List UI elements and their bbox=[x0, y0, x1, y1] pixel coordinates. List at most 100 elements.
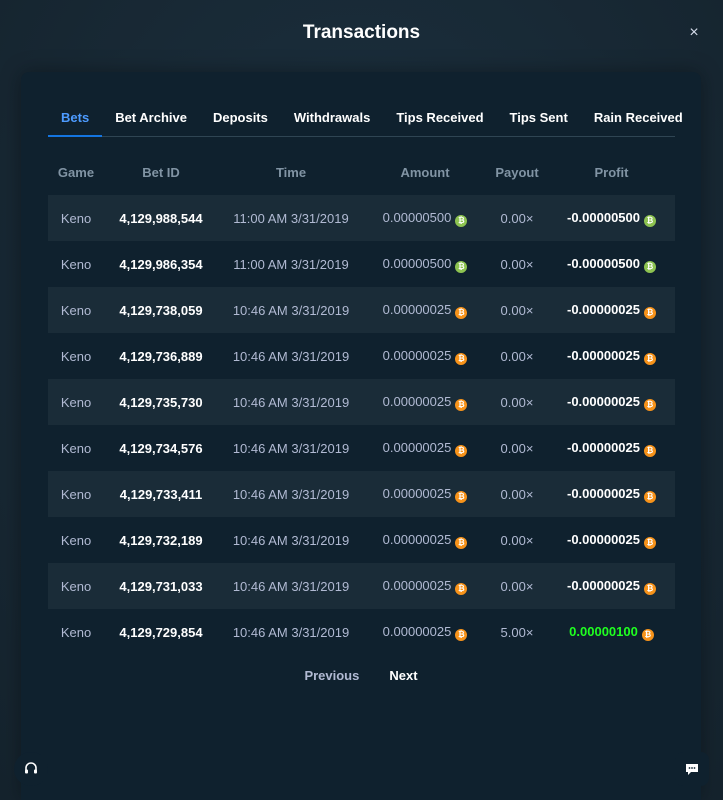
bitcoin-icon: ₿ bbox=[644, 490, 656, 503]
amount-cell: 0.00000025 ₿ bbox=[364, 333, 486, 379]
bitcoin-icon: ₿ bbox=[644, 582, 656, 595]
support-button[interactable] bbox=[14, 752, 48, 786]
game-cell: Keno bbox=[48, 287, 104, 333]
time-cell: 10:46 AM 3/31/2019 bbox=[218, 517, 364, 563]
payout-cell: 5.00× bbox=[486, 609, 548, 655]
profit-value: -0.00000500 bbox=[566, 209, 640, 225]
bitcoin-cash-icon: ₿ bbox=[455, 260, 468, 273]
column-header-payout: Payout bbox=[495, 164, 539, 180]
amount-value: 0.00000500 bbox=[382, 255, 452, 271]
amount-cell: 0.00000500 ₿ bbox=[364, 241, 486, 287]
profit-cell: -0.00000500 ₿ bbox=[548, 241, 675, 287]
bitcoin-icon: ₿ bbox=[455, 444, 468, 457]
tab-rain-received[interactable]: Rain Received bbox=[581, 104, 696, 137]
time-cell: 10:46 AM 3/31/2019 bbox=[218, 471, 364, 517]
table-row[interactable]: Keno 4,129,738,059 10:46 AM 3/31/2019 0.000… bbox=[48, 287, 675, 333]
amount-cell: 0.00000025 ₿ bbox=[364, 609, 486, 655]
game-cell: Keno bbox=[48, 609, 104, 655]
amount-value: 0.00000025 bbox=[382, 623, 452, 639]
amount-cell: 0.00000025 ₿ bbox=[364, 379, 486, 425]
amount-cell: 0.00000025 ₿ bbox=[364, 517, 486, 563]
profit-value: -0.00000500 bbox=[566, 255, 640, 271]
chat-button[interactable] bbox=[675, 752, 709, 786]
amount-cell: 0.00000025 ₿ bbox=[364, 425, 486, 471]
profit-value: -0.00000025 bbox=[566, 393, 640, 409]
bet-id-link[interactable]: 4,129,729,854 bbox=[104, 609, 218, 655]
close-icon[interactable]: × bbox=[685, 24, 703, 42]
bitcoin-icon: ₿ bbox=[455, 352, 468, 365]
game-cell: Keno bbox=[48, 517, 104, 563]
table-row[interactable]: Keno 4,129,733,411 10:46 AM 3/31/2019 0.000… bbox=[48, 471, 675, 517]
bet-id-link[interactable]: 4,129,738,059 bbox=[104, 287, 218, 333]
profit-cell: -0.00000025 ₿ bbox=[548, 379, 675, 425]
profit-cell: -0.00000025 ₿ bbox=[548, 425, 675, 471]
tab-deposits[interactable]: Deposits bbox=[200, 104, 281, 137]
table-row[interactable]: Keno 4,129,736,889 10:46 AM 3/31/2019 0.000… bbox=[48, 333, 675, 379]
tab-bet-archive[interactable]: Bet Archive bbox=[102, 104, 200, 137]
time-cell: 10:46 AM 3/31/2019 bbox=[218, 379, 364, 425]
bet-id-link[interactable]: 4,129,732,189 bbox=[104, 517, 218, 563]
time-cell: 10:46 AM 3/31/2019 bbox=[218, 563, 364, 609]
amount-value: 0.00000025 bbox=[382, 347, 452, 363]
bitcoin-cash-icon: ₿ bbox=[455, 214, 468, 227]
column-header-game: Game bbox=[57, 164, 95, 180]
table-row[interactable]: Keno 4,129,988,544 11:00 AM 3/31/2019 0.000… bbox=[48, 195, 675, 241]
time-cell: 10:46 AM 3/31/2019 bbox=[218, 333, 364, 379]
chat-icon bbox=[686, 764, 698, 775]
amount-cell: 0.00000025 ₿ bbox=[364, 287, 486, 333]
payout-cell: 0.00× bbox=[486, 241, 548, 287]
table-row[interactable]: Keno 4,129,729,854 10:46 AM 3/31/2019 0.000… bbox=[48, 609, 675, 655]
bitcoin-icon: ₿ bbox=[455, 398, 468, 411]
bet-id-link[interactable]: 4,129,735,730 bbox=[104, 379, 218, 425]
bets-table: Game Bet ID Time Amount Payout Profit Keno 4,1… bbox=[48, 149, 675, 655]
amount-value: 0.00000025 bbox=[382, 393, 452, 409]
column-header-bet-id: Bet ID bbox=[142, 164, 180, 180]
time-cell: 11:00 AM 3/31/2019 bbox=[218, 195, 364, 241]
bitcoin-icon: ₿ bbox=[455, 490, 468, 503]
game-cell: Keno bbox=[48, 471, 104, 517]
amount-value: 0.00000025 bbox=[382, 531, 452, 547]
table-row[interactable]: Keno 4,129,732,189 10:46 AM 3/31/2019 0.000… bbox=[48, 517, 675, 563]
tab-bets[interactable]: Bets bbox=[48, 104, 103, 137]
profit-cell: 0.00000100 ₿ bbox=[548, 609, 675, 655]
modal-title: Transactions bbox=[302, 22, 421, 43]
bitcoin-icon: ₿ bbox=[455, 582, 468, 595]
bet-id-link[interactable]: 4,129,733,411 bbox=[104, 471, 218, 517]
payout-cell: 0.00× bbox=[486, 425, 548, 471]
bet-id-link[interactable]: 4,129,734,576 bbox=[104, 425, 218, 471]
bitcoin-icon: ₿ bbox=[455, 536, 468, 549]
profit-cell: -0.00000025 ₿ bbox=[548, 517, 675, 563]
bet-id-link[interactable]: 4,129,986,354 bbox=[104, 241, 218, 287]
tab-tips-received[interactable]: Tips Received bbox=[383, 104, 496, 137]
amount-value: 0.00000025 bbox=[382, 485, 452, 501]
profit-value: -0.00000025 bbox=[566, 347, 640, 363]
bitcoin-cash-icon: ₿ bbox=[644, 214, 656, 227]
bet-id-link[interactable]: 4,129,988,544 bbox=[104, 195, 218, 241]
profit-value: 0.00000100 bbox=[569, 623, 638, 639]
payout-cell: 0.00× bbox=[486, 563, 548, 609]
table-row[interactable]: Keno 4,129,735,730 10:46 AM 3/31/2019 0.000… bbox=[48, 379, 675, 425]
game-cell: Keno bbox=[48, 241, 104, 287]
transactions-panel: Bets Bet Archive Deposits Withdrawals Tips R… bbox=[21, 72, 701, 800]
bet-id-link[interactable]: 4,129,731,033 bbox=[104, 563, 218, 609]
next-button[interactable]: Next bbox=[389, 668, 417, 683]
time-cell: 10:46 AM 3/31/2019 bbox=[218, 287, 364, 333]
previous-button[interactable]: Previous bbox=[304, 668, 359, 683]
column-header-amount: Amount bbox=[400, 164, 450, 180]
column-header-time: Time bbox=[275, 164, 307, 180]
table-row[interactable]: Keno 4,129,731,033 10:46 AM 3/31/2019 0.000… bbox=[48, 563, 675, 609]
table-header-row: Game Bet ID Time Amount Payout Profit bbox=[48, 149, 675, 195]
table-row[interactable]: Keno 4,129,734,576 10:46 AM 3/31/2019 0.000… bbox=[48, 425, 675, 471]
profit-value: -0.00000025 bbox=[566, 577, 640, 593]
table-row[interactable]: Keno 4,129,986,354 11:00 AM 3/31/2019 0.000… bbox=[48, 241, 675, 287]
bitcoin-icon: ₿ bbox=[644, 398, 656, 411]
payout-cell: 0.00× bbox=[486, 333, 548, 379]
tab-withdrawals[interactable]: Withdrawals bbox=[281, 104, 383, 137]
amount-cell: 0.00000025 ₿ bbox=[364, 471, 486, 517]
tab-tips-sent[interactable]: Tips Sent bbox=[497, 104, 581, 137]
profit-value: -0.00000025 bbox=[566, 531, 640, 547]
column-header-profit: Profit bbox=[594, 164, 629, 180]
bet-id-link[interactable]: 4,129,736,889 bbox=[104, 333, 218, 379]
bitcoin-icon: ₿ bbox=[641, 628, 654, 641]
profit-value: -0.00000025 bbox=[566, 439, 640, 455]
